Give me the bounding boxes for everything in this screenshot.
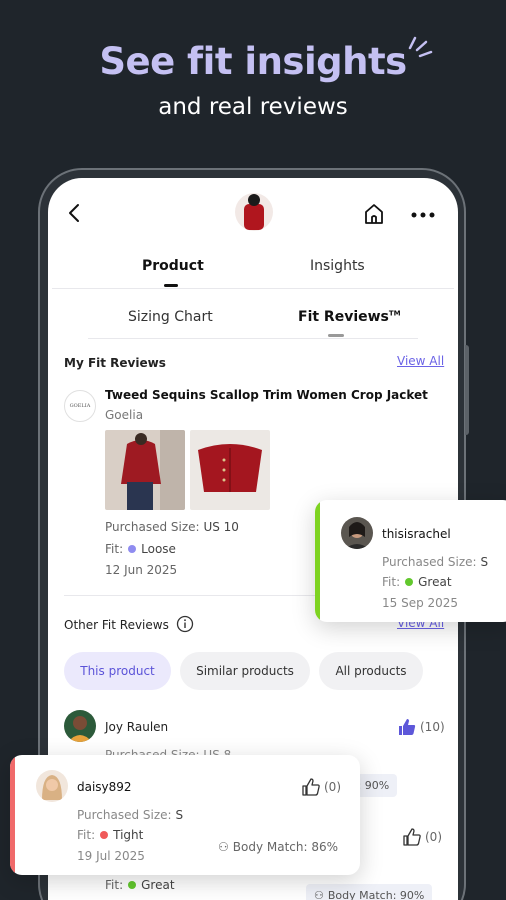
- reviewer-name: Joy Raulen: [105, 720, 169, 734]
- brand-name: Goelia: [105, 408, 144, 422]
- tab-product[interactable]: Product: [142, 258, 204, 274]
- view-all-my-reviews-link[interactable]: View All: [397, 354, 444, 368]
- fit-row: Fit: Great: [105, 878, 175, 892]
- review-card-rachel[interactable]: thisisrachel Purchased Size: S Fit: Great…: [315, 500, 506, 622]
- fit-value: Tight: [113, 828, 144, 842]
- trademark-mark: TM: [388, 309, 401, 318]
- like-count: (0): [425, 830, 442, 844]
- home-icon[interactable]: [362, 202, 386, 226]
- fit-row: Fit: Tight: [77, 828, 143, 842]
- thumbs-up-filled-icon[interactable]: [398, 718, 416, 736]
- avatar: [36, 770, 68, 802]
- more-options-icon[interactable]: [410, 212, 436, 218]
- purchased-size-label: Purchased Size:: [382, 555, 477, 569]
- subtab-indicator: [328, 334, 344, 337]
- like-count: (10): [420, 720, 445, 734]
- fit-indicator-dot: [128, 880, 137, 889]
- review-card-daisy[interactable]: daisy892 (0) Purchased Size: S Fit: Tight…: [10, 755, 360, 875]
- purchased-size-label: Purchased Size:: [77, 808, 172, 822]
- divider: [88, 338, 418, 339]
- like-count: (0): [324, 780, 341, 794]
- my-fit-reviews-heading: My Fit Reviews: [64, 356, 166, 370]
- thumbs-up-icon[interactable]: [403, 828, 421, 846]
- purchased-size-value: US 10: [203, 520, 239, 534]
- hero-subtitle: and real reviews: [158, 94, 348, 120]
- subtab-fit-label: Fit Reviews: [298, 309, 389, 325]
- body-match-text: Body Match: 90%: [327, 889, 425, 900]
- info-icon[interactable]: [176, 615, 194, 633]
- filter-this-product[interactable]: This product: [64, 652, 171, 690]
- review-date: 19 Jul 2025: [77, 849, 145, 863]
- review-photo-1[interactable]: [105, 430, 185, 510]
- reviewer-name: daisy892: [77, 780, 132, 794]
- avatar: [64, 710, 96, 742]
- product-thumbnail: [235, 193, 273, 231]
- review-date: 15 Sep 2025: [382, 596, 459, 610]
- phone-side-button: [465, 345, 469, 435]
- review-date: 12 Jun 2025: [105, 563, 178, 577]
- filter-all-products[interactable]: All products: [319, 652, 423, 690]
- fit-value: Great: [418, 575, 452, 589]
- purchased-size: Purchased Size: S: [77, 808, 183, 822]
- card-accent-bar: [10, 755, 15, 875]
- fit-label: Fit:: [77, 828, 96, 842]
- subtab-fit-reviews[interactable]: Fit ReviewsTM: [298, 309, 401, 325]
- review-photo-2[interactable]: [190, 430, 270, 510]
- purchased-size-value: S: [175, 808, 184, 822]
- other-fit-reviews-heading: Other Fit Reviews: [64, 618, 169, 632]
- thumbs-up-icon[interactable]: [302, 778, 320, 796]
- subtab-sizing-chart[interactable]: Sizing Chart: [128, 309, 213, 325]
- avatar: [341, 517, 373, 549]
- body-match-badge: ⚇ Body Match: 90%: [306, 884, 433, 900]
- purchased-size: Purchased Size: S: [382, 555, 488, 569]
- product-title[interactable]: Tweed Sequins Scallop Trim Women Crop Ja…: [105, 388, 428, 402]
- body-match-text: Body Match: 86%: [232, 840, 339, 854]
- fit-indicator-dot: [128, 544, 137, 553]
- fit-row: Fit: Great: [382, 575, 452, 589]
- card-accent-bar: [315, 500, 320, 622]
- purchased-size-label: Purchased Size:: [105, 520, 200, 534]
- back-arrow-icon[interactable]: [64, 202, 86, 224]
- fit-label: Fit:: [105, 878, 124, 892]
- fit-row: Fit: Loose: [105, 542, 176, 556]
- brand-logo: GOELIA: [64, 390, 96, 422]
- divider: [52, 288, 454, 289]
- fit-indicator-dot: [100, 830, 109, 839]
- body-icon: ⚇: [314, 889, 324, 900]
- sparkle-icon: [408, 36, 433, 58]
- tab-indicator: [164, 284, 178, 287]
- purchased-size-value: S: [480, 555, 489, 569]
- reviewer-name: thisisrachel: [382, 527, 451, 541]
- tab-insights[interactable]: Insights: [310, 258, 365, 274]
- fit-value: Great: [141, 878, 175, 892]
- fit-value: Loose: [141, 542, 176, 556]
- fit-indicator-dot: [405, 577, 414, 586]
- body-match-badge: ⚇ Body Match: 86%: [218, 840, 338, 854]
- body-icon: ⚇: [218, 840, 229, 854]
- filter-similar-products[interactable]: Similar products: [180, 652, 310, 690]
- purchased-size: Purchased Size: US 10: [105, 520, 239, 534]
- fit-label: Fit:: [105, 542, 124, 556]
- fit-label: Fit:: [382, 575, 401, 589]
